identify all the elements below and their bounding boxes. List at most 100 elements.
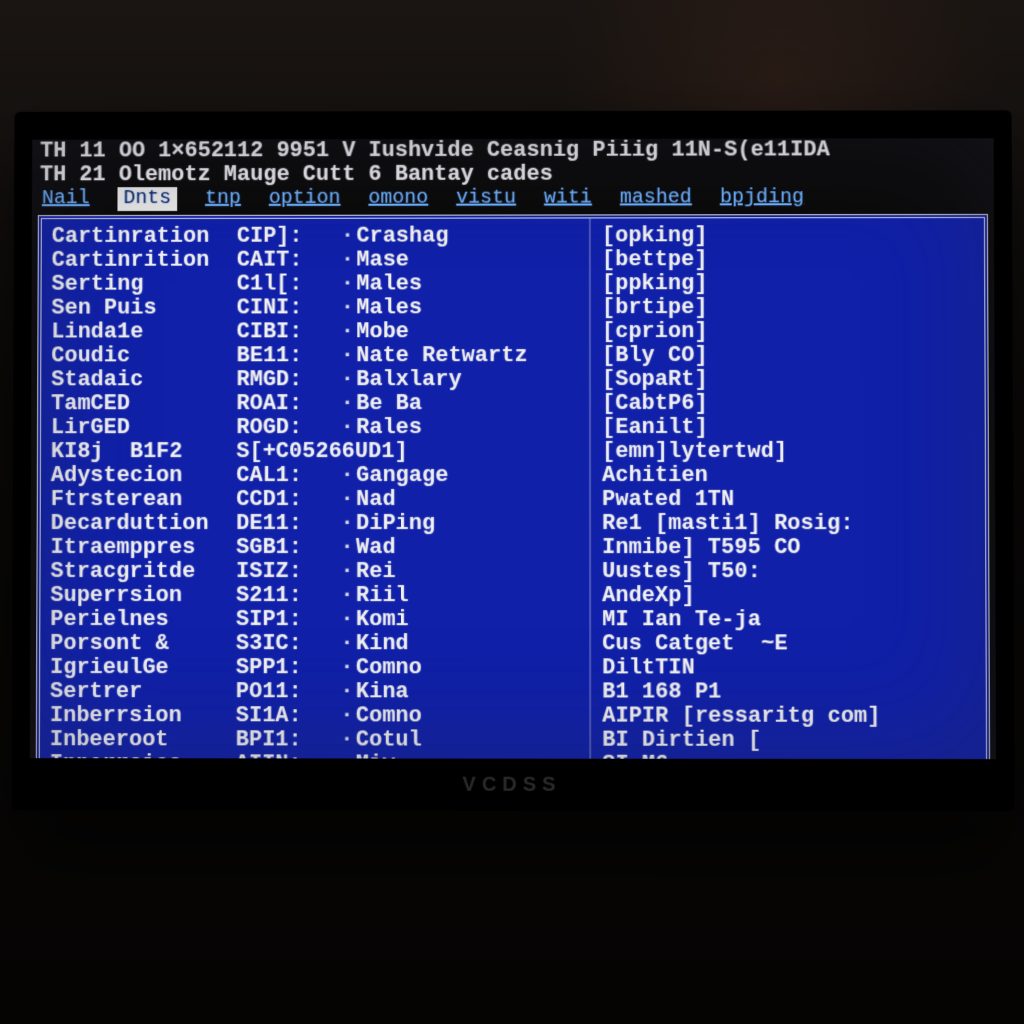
cell-value: Males [356, 272, 584, 296]
cell-value: Gangage [356, 464, 584, 488]
cell-status: [CabtP6] [584, 392, 991, 416]
cell-name: Perielnes [50, 608, 236, 632]
menu-witi[interactable]: witi [544, 187, 592, 211]
bullet-icon: · [338, 344, 356, 368]
cell-status: BI Dirtien [ [584, 729, 992, 754]
cell-status: Uustes] T50: [584, 560, 991, 584]
cell-status: [opking] [584, 224, 990, 248]
menu-nail[interactable]: Nail [42, 187, 90, 211]
cell-name: Stracgritde [50, 560, 236, 584]
menu-tnp[interactable]: tnp [205, 187, 241, 211]
menu-dnts[interactable]: Dnts [117, 187, 177, 211]
cell-code: S211: [236, 584, 338, 608]
table-row[interactable]: SertrerPO11:·KinaB1 168 P1 [50, 680, 976, 705]
cell-status: MI Ian Te-ja [584, 608, 991, 632]
table-row[interactable]: StracgritdeISIZ:·ReiUustes] T50: [50, 560, 975, 584]
table-row[interactable]: Porsont &S3IC:·KindCus Catget ~E [50, 632, 975, 657]
table-row[interactable]: ItraemppresSGB1:·WadInmibe] T595 CO [51, 536, 976, 560]
table-row[interactable]: SertingC1l[:·Males[ppking] [51, 272, 974, 297]
cell-code: AIIN: [236, 752, 338, 759]
cell-value: Kina [356, 680, 584, 704]
table-row[interactable]: Sen PuisCINI:·Males[brtipe] [51, 296, 974, 321]
table-row[interactable]: CartinrationCIP]:·Crashag[opking] [52, 224, 974, 249]
cell-code: SPP1: [236, 656, 338, 680]
bullet-icon: · [338, 416, 356, 440]
table-row[interactable]: InberrsionSI1A:·ComnoAIPIR [ressaritg co… [50, 704, 976, 729]
table-row[interactable]: KI8j B1F2S[+C05266UD1][emn]lytertwd] [51, 440, 975, 464]
cell-name: Adystecion [51, 464, 237, 488]
cell-name: Inberrsion [50, 704, 236, 728]
cell-value: Nad [356, 488, 584, 512]
cell-status: [Eanilt] [584, 416, 991, 440]
cell-name: Itraemppres [51, 536, 237, 560]
cell-code: S3IC: [236, 632, 338, 656]
cell-code: BPI1: [236, 728, 338, 752]
cell-value: Riil [356, 584, 584, 608]
table-row[interactable]: SuperrsionS211:·RiilAndeXp] [50, 584, 975, 608]
cell-name: Cartinrition [52, 249, 237, 273]
menu-bar: Nail Dnts tnp option omono vistu witi ma… [32, 186, 994, 213]
bullet-icon: · [338, 249, 356, 273]
table-row[interactable]: LirGEDROGD:·Rales[Eanilt] [51, 416, 975, 440]
bullet-icon: · [338, 560, 356, 584]
cell-status: SI M6 [584, 753, 992, 759]
table-row[interactable]: Linda1eCIBI:·Mobe[cprion] [51, 320, 974, 345]
screen-area: TH 11 OO 1×652112 9951 V Iushvide Ceasni… [30, 138, 996, 759]
cell-name: Linda1e [51, 320, 236, 344]
table-row[interactable]: PerielnesSIP1:·KomiMI Ian Te-ja [50, 608, 975, 632]
bullet-icon: · [338, 584, 356, 608]
cell-code: CAL1: [236, 464, 338, 488]
table-row[interactable]: InbeerootBPI1:·CotulBI Dirtien [ [50, 728, 976, 753]
table-row[interactable]: DecarduttionDE11:·DiPingRe1 [masti1] Ros… [51, 512, 976, 536]
cell-name: Sen Puis [51, 296, 236, 320]
cell-status: AIPIR [ressaritg com] [584, 704, 992, 728]
data-panel: CartinrationCIP]:·Crashag[opking]Cartinr… [36, 214, 990, 759]
cell-status: Achitien [584, 464, 991, 488]
cell-value: Comno [356, 656, 584, 680]
header-line-1: TH 11 OO 1×652112 9951 V Iushvide Ceasni… [32, 138, 994, 163]
cell-code: SI1A: [236, 704, 338, 728]
cell-status: [Bly CO] [584, 344, 991, 368]
bullet-icon: · [338, 320, 356, 344]
table-row[interactable]: CartinritionCAIT:·Mase[bettpe] [52, 248, 975, 273]
data-rows: CartinrationCIP]:·Crashag[opking]Cartinr… [50, 224, 976, 759]
menu-omono[interactable]: omono [368, 187, 428, 211]
table-row[interactable]: FtrstereanCCD1:·NadPwated 1TN [51, 488, 975, 512]
table-row[interactable]: AdystecionCAL1:·GangageAchitien [51, 464, 975, 488]
menu-option[interactable]: option [269, 187, 341, 211]
bullet-icon: · [338, 656, 356, 680]
menu-vistu[interactable]: vistu [456, 187, 516, 211]
cell-code: CINI: [237, 296, 339, 320]
cell-value: Balxlary [356, 368, 584, 392]
cell-name: Serting [51, 273, 236, 297]
cell-name: TamCED [51, 392, 236, 416]
cell-code: CIP]: [237, 225, 339, 249]
cell-value: Males [356, 296, 584, 320]
menu-mashed[interactable]: mashed [620, 186, 692, 210]
cell-value: Kind [356, 632, 584, 656]
table-row[interactable]: IgrieulGeSPP1:·ComnoDiltTIN [50, 656, 976, 681]
cell-status: Pwated 1TN [584, 488, 991, 512]
cell-name: Stadaic [51, 368, 236, 392]
cell-name: Sertrer [50, 680, 236, 704]
table-row[interactable]: StadaicRMGD:·Balxlary[SopaRt] [51, 368, 974, 392]
cell-value: Rei [356, 560, 584, 584]
cell-status: DiltTIN [584, 656, 992, 680]
cell-status: Inmibe] T595 CO [584, 536, 991, 560]
cell-value: Be Ba [356, 392, 584, 416]
cell-value: DiPing [356, 512, 584, 536]
cell-value: Comno [356, 704, 584, 728]
menu-bpjding[interactable]: bpjding [720, 186, 804, 210]
table-row[interactable]: InperrsiosAIIN:·MivSI M6 [50, 752, 976, 759]
cell-code: RMGD: [236, 368, 338, 392]
table-row[interactable]: TamCEDROAI:·Be Ba[CabtP6] [51, 392, 975, 416]
cell-status: [emn]lytertwd] [584, 440, 991, 464]
cell-value: Miv [356, 752, 584, 759]
cell-name: Cartinration [52, 225, 237, 249]
bullet-icon: · [338, 728, 356, 752]
bullet-icon: · [338, 608, 356, 632]
cell-name: Coudic [51, 344, 236, 368]
cell-code: SGB1: [236, 536, 338, 560]
table-row[interactable]: CoudicBE11:·Nate Retwartz[Bly CO] [51, 344, 974, 369]
cell-value: Mase [356, 248, 584, 272]
